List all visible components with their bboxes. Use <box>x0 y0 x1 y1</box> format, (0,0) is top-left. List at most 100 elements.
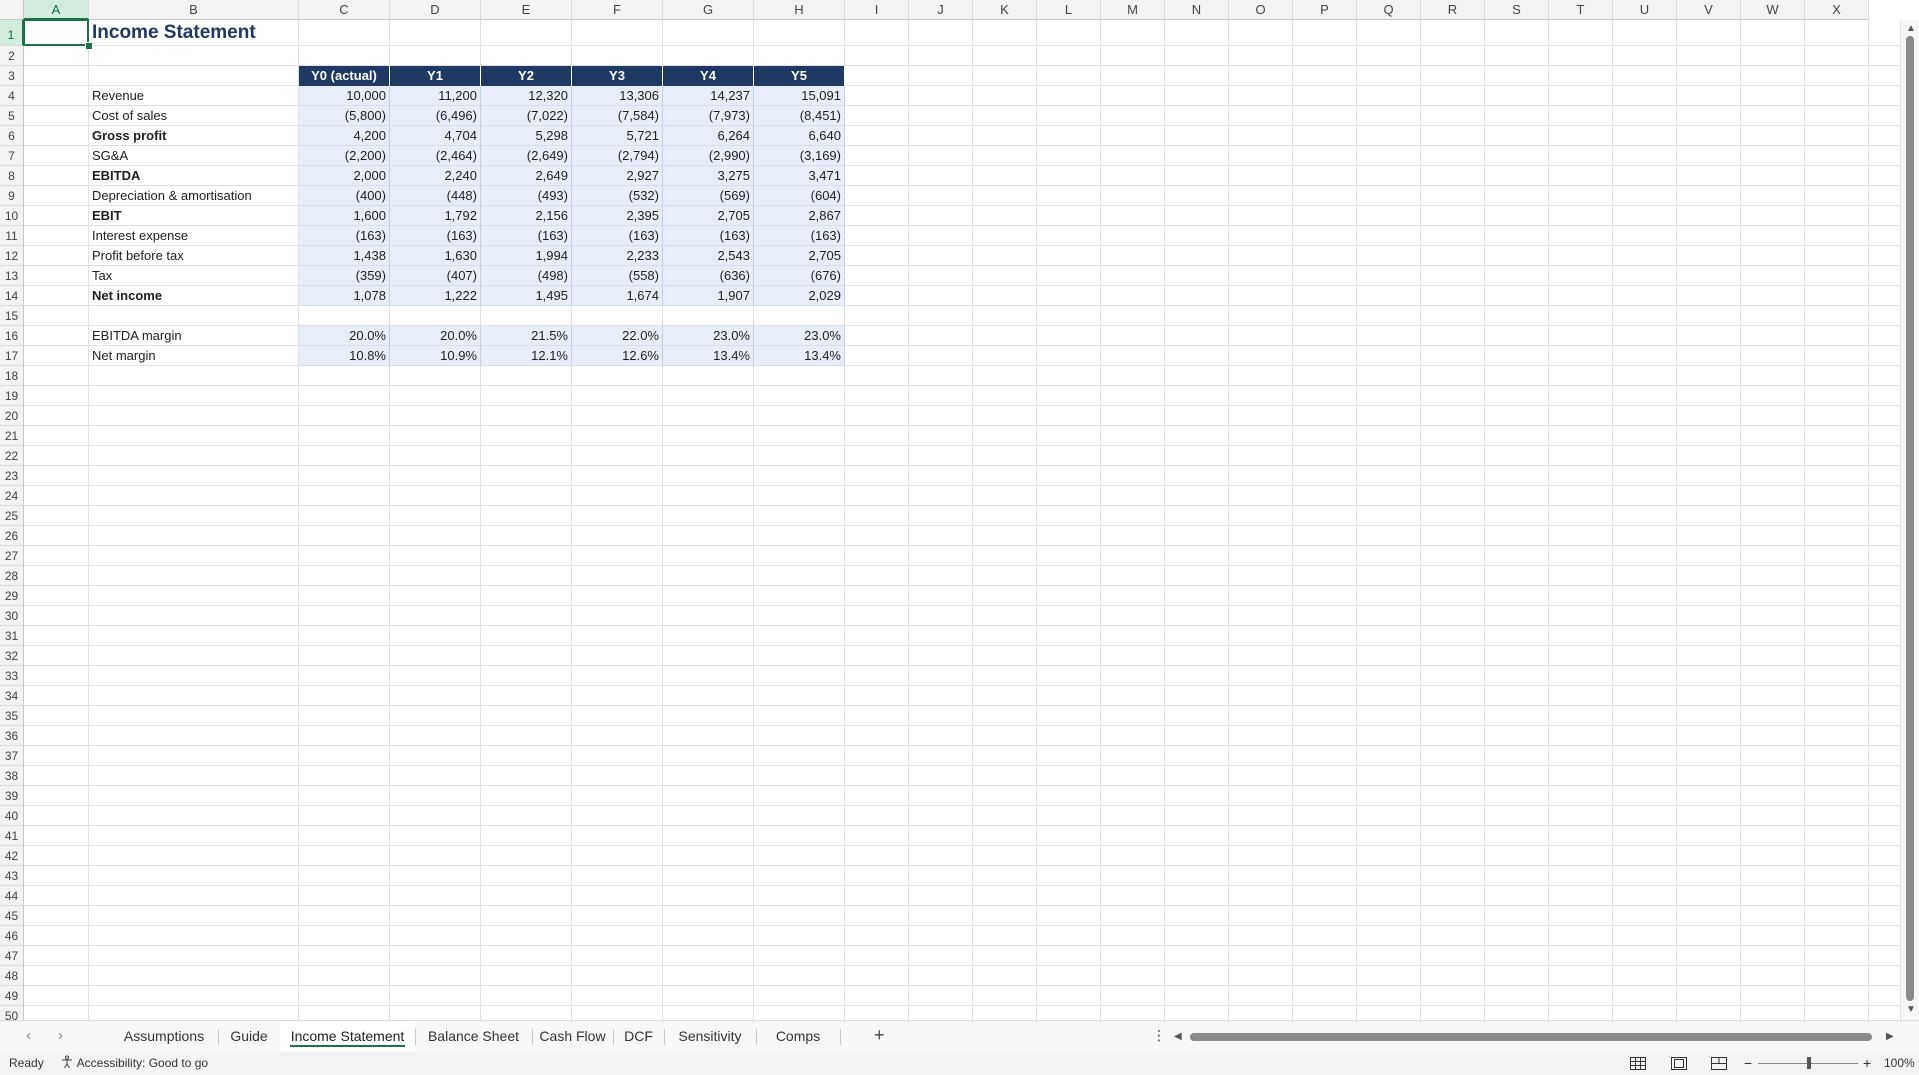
row-header-13[interactable]: 13 <box>0 266 24 286</box>
more-vertical-icon[interactable]: ⋮ <box>1152 1027 1166 1044</box>
margin-value[interactable]: 20.0% <box>299 326 390 346</box>
line-item-value[interactable]: (163) <box>572 226 663 246</box>
row-header-19[interactable]: 19 <box>0 386 24 406</box>
margin-value[interactable]: 23.0% <box>663 326 754 346</box>
chevron-left-icon[interactable]: ‹ <box>26 1027 31 1044</box>
scroll-right-icon[interactable]: ▶ <box>1886 1031 1894 1042</box>
row-header-31[interactable]: 31 <box>0 626 24 646</box>
line-item-value[interactable]: 2,543 <box>663 246 754 266</box>
row-header-12[interactable]: 12 <box>0 246 24 266</box>
column-header-x[interactable]: X <box>1805 0 1869 20</box>
column-header-s[interactable]: S <box>1485 0 1549 20</box>
line-item-value[interactable]: (163) <box>481 226 572 246</box>
line-item-value[interactable]: (8,451) <box>754 106 845 126</box>
row-header-7[interactable]: 7 <box>0 146 24 166</box>
row-header-15[interactable]: 15 <box>0 306 24 326</box>
column-header-f[interactable]: F <box>572 0 663 20</box>
margin-label[interactable]: Net margin <box>89 346 299 366</box>
line-item-value[interactable]: (2,990) <box>663 146 754 166</box>
line-item-value[interactable]: (163) <box>754 226 845 246</box>
line-item-label[interactable]: Interest expense <box>89 226 299 246</box>
sheet-tab-balance-sheet[interactable]: Balance Sheet <box>415 1021 532 1052</box>
row-header-49[interactable]: 49 <box>0 986 24 1006</box>
column-label-d[interactable]: Y1 <box>390 66 481 86</box>
line-item-value[interactable]: (498) <box>481 266 572 286</box>
column-header-n[interactable]: N <box>1165 0 1229 20</box>
line-item-label[interactable]: SG&A <box>89 146 299 166</box>
line-item-label[interactable]: Net income <box>89 286 299 306</box>
page-title[interactable]: Income Statement <box>89 20 299 46</box>
margin-value[interactable]: 20.0% <box>390 326 481 346</box>
line-item-label[interactable]: EBIT <box>89 206 299 226</box>
row-header-17[interactable]: 17 <box>0 346 24 366</box>
row-header-24[interactable]: 24 <box>0 486 24 506</box>
line-item-value[interactable]: (407) <box>390 266 481 286</box>
row-header-42[interactable]: 42 <box>0 846 24 866</box>
line-item-value[interactable]: 1,438 <box>299 246 390 266</box>
line-item-label[interactable]: Gross profit <box>89 126 299 146</box>
row-header-3[interactable]: 3 <box>0 66 24 86</box>
row-header-6[interactable]: 6 <box>0 126 24 146</box>
column-header-r[interactable]: R <box>1421 0 1485 20</box>
sheet-tab-comps[interactable]: Comps <box>756 1021 840 1052</box>
row-header-44[interactable]: 44 <box>0 886 24 906</box>
scroll-left-icon[interactable]: ◀ <box>1174 1031 1182 1042</box>
line-item-value[interactable]: 1,078 <box>299 286 390 306</box>
line-item-value[interactable]: 1,907 <box>663 286 754 306</box>
row-header-39[interactable]: 39 <box>0 786 24 806</box>
line-item-value[interactable]: (163) <box>663 226 754 246</box>
column-header-l[interactable]: L <box>1037 0 1101 20</box>
line-item-value[interactable]: 6,264 <box>663 126 754 146</box>
row-header-35[interactable]: 35 <box>0 706 24 726</box>
line-item-value[interactable]: 1,495 <box>481 286 572 306</box>
column-header-m[interactable]: M <box>1101 0 1165 20</box>
column-header-h[interactable]: H <box>754 0 845 20</box>
line-item-value[interactable]: (2,649) <box>481 146 572 166</box>
column-header-b[interactable]: B <box>89 0 299 20</box>
sheet-tab-cash-flow[interactable]: Cash Flow <box>532 1021 613 1052</box>
row-header-9[interactable]: 9 <box>0 186 24 206</box>
row-header-30[interactable]: 30 <box>0 606 24 626</box>
line-item-value[interactable]: (2,200) <box>299 146 390 166</box>
line-item-value[interactable]: 1,994 <box>481 246 572 266</box>
line-item-value[interactable]: 2,233 <box>572 246 663 266</box>
line-item-value[interactable]: (400) <box>299 186 390 206</box>
vertical-scrollbar[interactable]: ▲ ▼ <box>1900 20 1919 1020</box>
line-item-value[interactable]: 2,240 <box>390 166 481 186</box>
selected-cell-outline[interactable] <box>23 19 89 46</box>
line-item-value[interactable]: (359) <box>299 266 390 286</box>
row-header-16[interactable]: 16 <box>0 326 24 346</box>
line-item-value[interactable]: 2,395 <box>572 206 663 226</box>
row-header-33[interactable]: 33 <box>0 666 24 686</box>
page-break-icon[interactable] <box>1711 1057 1727 1070</box>
line-item-value[interactable]: (636) <box>663 266 754 286</box>
column-header-a[interactable]: A <box>24 0 89 20</box>
row-header-25[interactable]: 25 <box>0 506 24 526</box>
line-item-value[interactable]: (493) <box>481 186 572 206</box>
row-header-36[interactable]: 36 <box>0 726 24 746</box>
line-item-value[interactable]: 2,705 <box>663 206 754 226</box>
grid-view-icon[interactable] <box>1630 1057 1646 1070</box>
line-item-value[interactable]: (2,794) <box>572 146 663 166</box>
line-item-value[interactable]: (3,169) <box>754 146 845 166</box>
horizontal-scrollbar[interactable]: ◀ ▶ <box>1172 1031 1896 1043</box>
vertical-scroll-thumb[interactable] <box>1906 36 1914 1001</box>
margin-value[interactable]: 10.8% <box>299 346 390 366</box>
column-label-c[interactable]: Y0 (actual) <box>299 66 390 86</box>
line-item-value[interactable]: 2,649 <box>481 166 572 186</box>
zoom-in-button[interactable]: + <box>1863 1052 1871 1075</box>
row-header-34[interactable]: 34 <box>0 686 24 706</box>
column-header-d[interactable]: D <box>390 0 481 20</box>
row-header-26[interactable]: 26 <box>0 526 24 546</box>
row-header-40[interactable]: 40 <box>0 806 24 826</box>
row-header-38[interactable]: 38 <box>0 766 24 786</box>
row-header-45[interactable]: 45 <box>0 906 24 926</box>
margin-value[interactable]: 13.4% <box>663 346 754 366</box>
line-item-label[interactable]: Depreciation & amortisation <box>89 186 299 206</box>
line-item-label[interactable]: Revenue <box>89 86 299 106</box>
sheet-tab-guide[interactable]: Guide <box>218 1021 280 1052</box>
column-header-q[interactable]: Q <box>1357 0 1421 20</box>
line-item-value[interactable]: 1,674 <box>572 286 663 306</box>
column-header-p[interactable]: P <box>1293 0 1357 20</box>
line-item-value[interactable]: 2,867 <box>754 206 845 226</box>
